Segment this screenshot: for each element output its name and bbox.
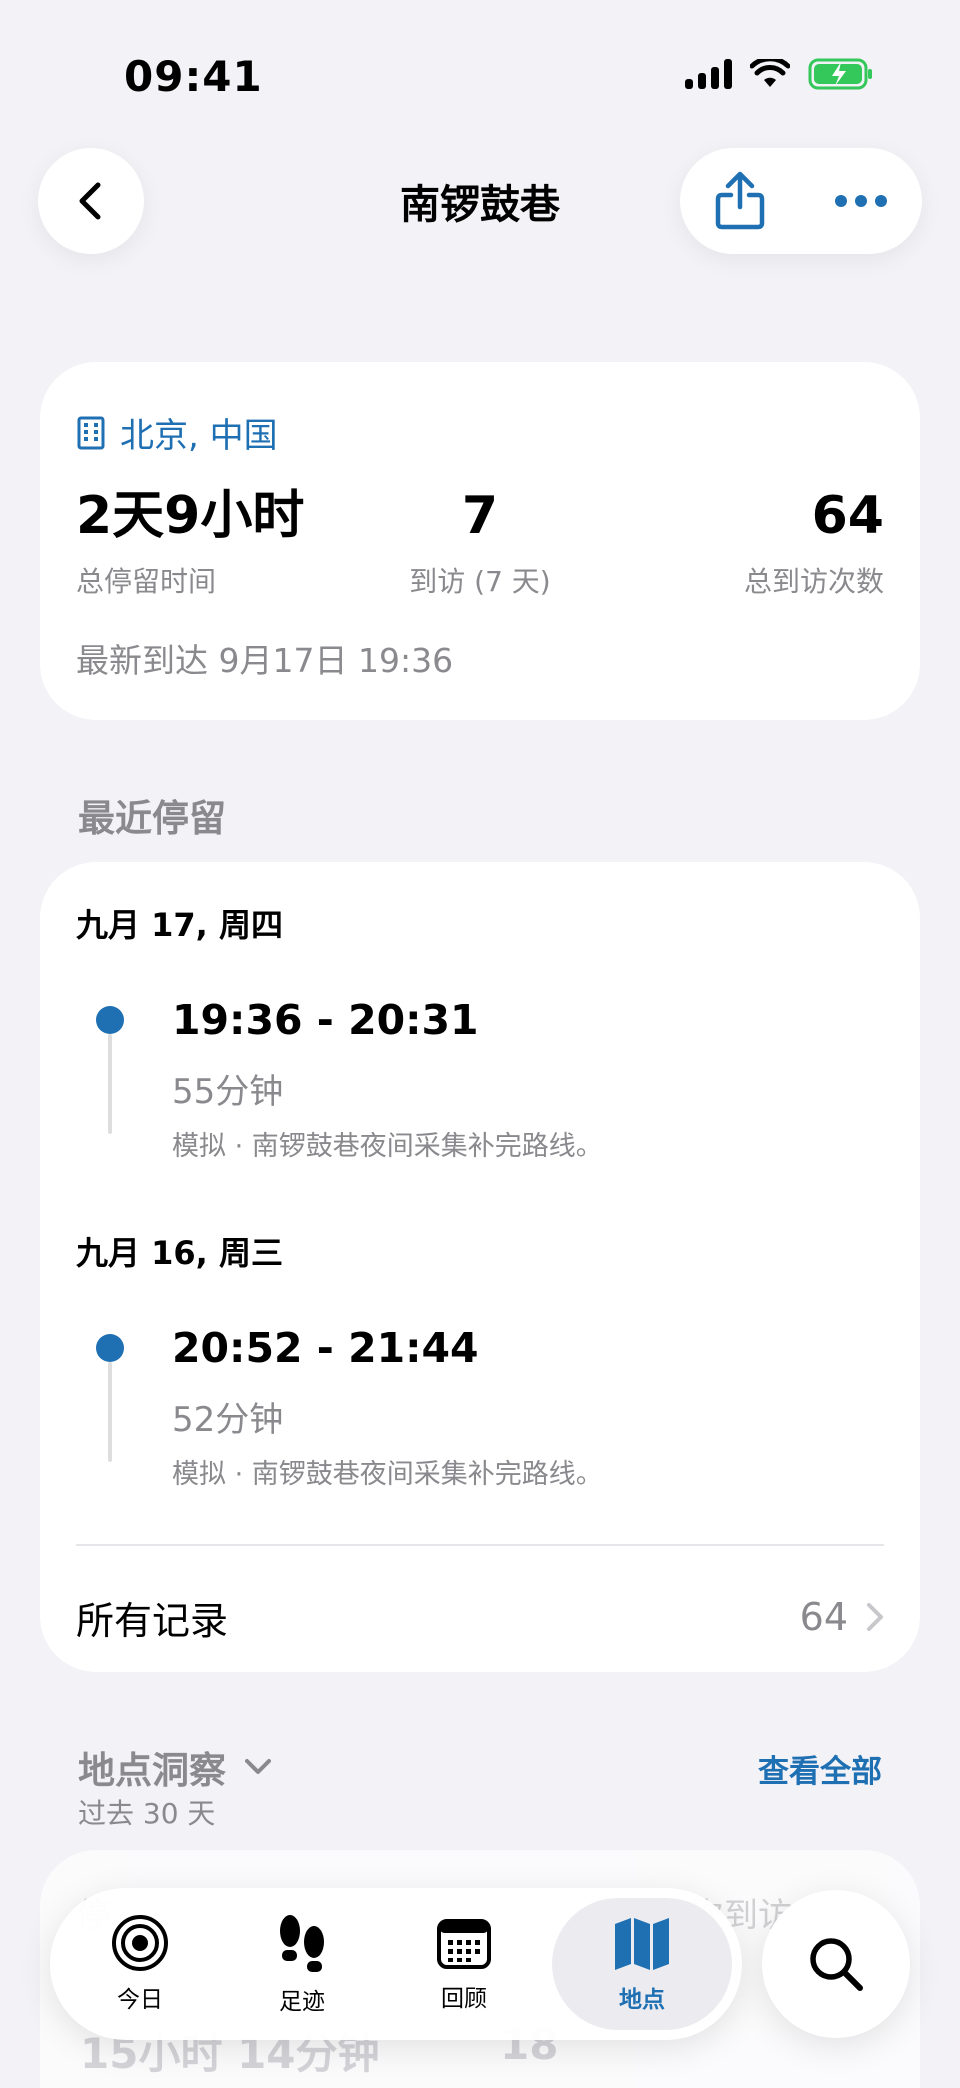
tab-review[interactable]: 回顾 — [384, 1888, 544, 2040]
map-icon — [615, 1918, 669, 1970]
target-icon — [112, 1915, 168, 1971]
tab-today[interactable]: 今日 — [60, 1888, 220, 2040]
stay-duration: 55分钟 — [172, 1072, 284, 1112]
stat-value: 64 — [811, 486, 884, 546]
timeline-line — [108, 1362, 112, 1462]
chevron-right-icon — [867, 1603, 883, 1631]
share-icon[interactable] — [714, 171, 766, 231]
search-button[interactable] — [762, 1890, 910, 2038]
stay-time-range: 19:36 - 20:31 — [172, 996, 479, 1044]
latest-arrival: 最新到达 9月17日 19:36 — [76, 641, 454, 680]
stay-note: 模拟 · 南锣鼓巷夜间采集补完路线。 — [172, 1459, 603, 1490]
divider — [76, 1544, 884, 1546]
day-header: 九月 17, 周四 — [76, 906, 283, 944]
recent-stays-title: 最近停留 — [78, 797, 226, 840]
tab-label: 回顾 — [441, 1986, 487, 2012]
status-icons — [685, 58, 874, 90]
header-actions — [680, 148, 922, 254]
building-icon — [77, 416, 105, 449]
timeline-dot — [96, 1334, 124, 1362]
location-text: 北京, 中国 — [120, 416, 278, 456]
stay-note: 模拟 · 南锣鼓巷夜间采集补完路线。 — [172, 1131, 603, 1162]
summary-card: 北京, 中国 2天9小时 总停留时间 7 到访 (7 天) 64 总到访次数 最… — [40, 362, 920, 720]
all-records-meta: 64 — [800, 1595, 884, 1639]
tab-bar: 今日 足迹 回顾 地点 — [50, 1888, 742, 2040]
all-records-row[interactable]: 所有记录 64 — [76, 1584, 884, 1650]
day-header: 九月 16, 周三 — [76, 1234, 283, 1272]
more-icon[interactable] — [834, 194, 888, 208]
tab-label: 地点 — [619, 1987, 665, 2013]
insights-period: 过去 30 天 — [78, 1797, 216, 1830]
view-all-link[interactable]: 查看全部 — [758, 1746, 882, 1791]
stay-duration: 52分钟 — [172, 1400, 284, 1440]
tab-label: 今日 — [117, 1987, 163, 2013]
place-detail-screen: 09:41 南锣鼓巷 北京, 中国 2天9小时 总停留时间 7 到访 (7 天)… — [0, 0, 960, 2088]
timeline-line — [108, 1034, 112, 1134]
cellular-signal-icon — [685, 59, 732, 89]
insights-title: 地点洞察 — [78, 1749, 226, 1792]
battery-charging-icon — [808, 58, 872, 90]
timeline-dot — [96, 1006, 124, 1034]
status-time: 09:41 — [124, 52, 263, 101]
recent-stays-card: 九月 17, 周四 19:36 - 20:31 55分钟 模拟 · 南锣鼓巷夜间… — [40, 862, 920, 1672]
stat-label: 总到访次数 — [743, 565, 884, 598]
stay-time-range: 20:52 - 21:44 — [172, 1324, 479, 1372]
calendar-icon — [437, 1919, 491, 1969]
insights-dropdown[interactable]: 地点洞察 — [78, 1740, 272, 1794]
footprints-icon — [280, 1915, 324, 1972]
stat-total-visits: 64 总到访次数 — [744, 490, 884, 600]
location-link[interactable]: 北京, 中国 — [76, 408, 278, 457]
tab-places[interactable]: 地点 — [552, 1898, 732, 2030]
tab-footprints[interactable]: 足迹 — [222, 1888, 382, 2040]
all-records-label: 所有记录 — [76, 1598, 229, 1643]
all-records-count: 64 — [799, 1595, 848, 1639]
tab-label: 足迹 — [279, 1989, 325, 2015]
chevron-down-icon — [245, 1759, 271, 1774]
search-icon — [810, 1938, 863, 1991]
wifi-icon — [750, 59, 790, 87]
